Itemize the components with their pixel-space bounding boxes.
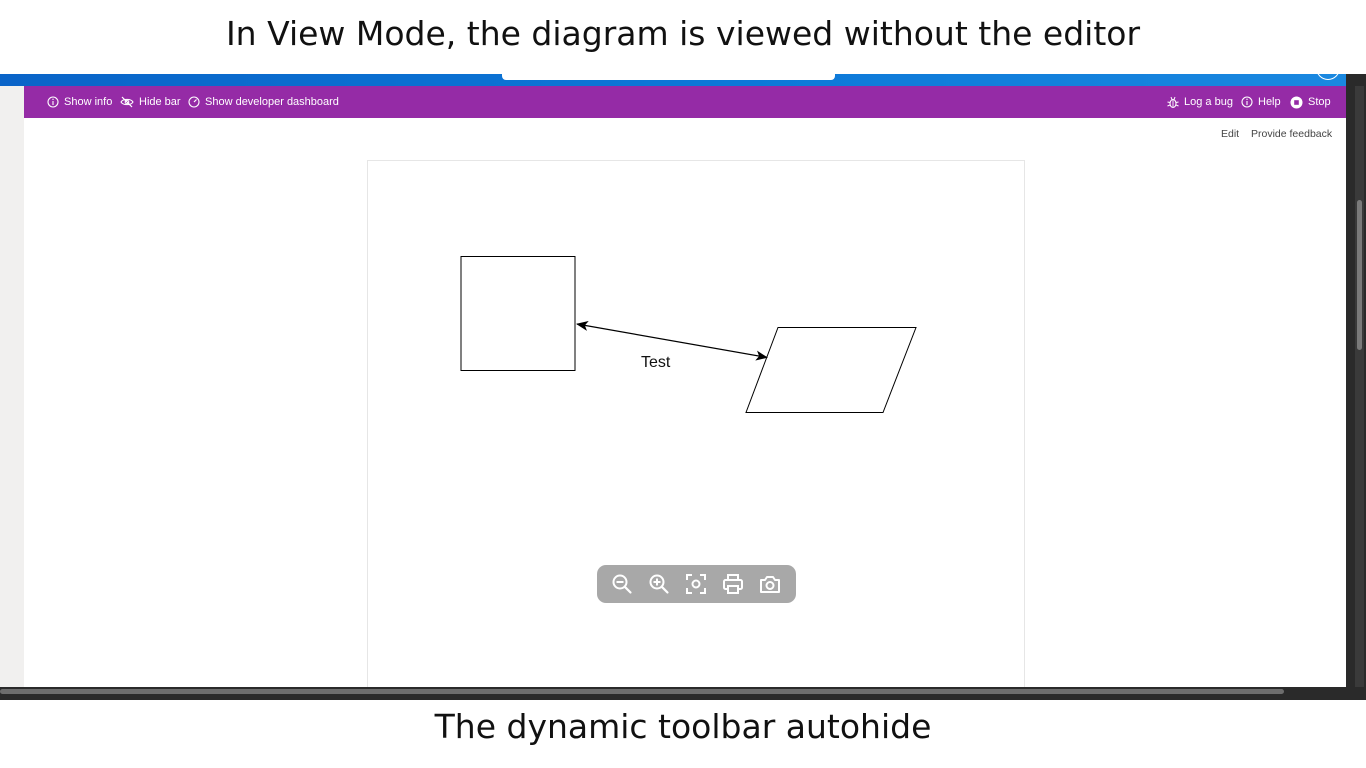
diagram-canvas [460, 256, 917, 413]
fit-screen-icon[interactable] [685, 573, 707, 595]
viewer-toolbar [597, 565, 796, 603]
zoom-out-icon[interactable] [611, 573, 633, 595]
edge-label: Test [641, 354, 671, 371]
camera-icon[interactable] [759, 573, 781, 595]
connector-arrow[interactable] [576, 320, 768, 361]
rectangle-shape[interactable] [460, 256, 576, 371]
parallelogram-shape[interactable] [745, 327, 917, 413]
zoom-in-icon[interactable] [648, 573, 670, 595]
print-icon[interactable] [722, 573, 744, 595]
